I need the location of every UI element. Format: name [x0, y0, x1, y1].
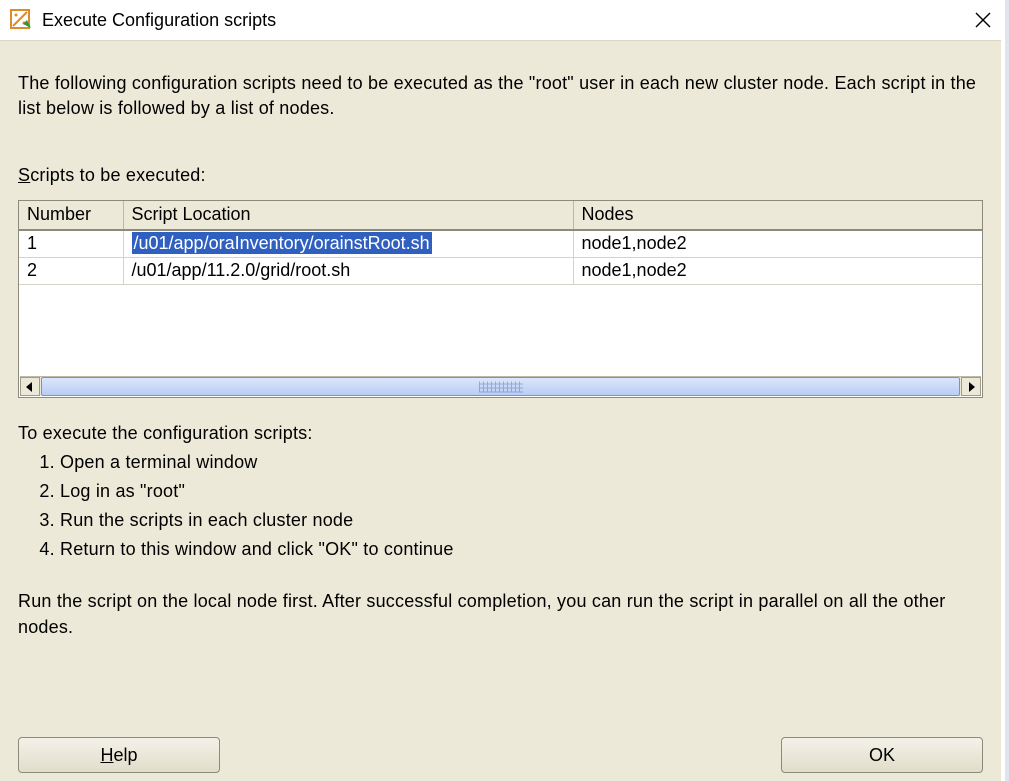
title-bar: Execute Configuration scripts — [0, 0, 1005, 40]
horizontal-scrollbar[interactable] — [20, 376, 981, 396]
scroll-thumb[interactable] — [41, 377, 960, 396]
dialog-content: The following configuration scripts need… — [0, 40, 1001, 781]
footer-note: Run the script on the local node first. … — [18, 589, 983, 639]
scripts-label: Scripts to be executed: — [18, 165, 983, 186]
step-item: Run the scripts in each cluster node — [60, 507, 983, 534]
scripts-table[interactable]: Number Script Location Nodes 1 /u01/app/… — [19, 201, 982, 285]
app-icon — [10, 9, 32, 31]
cell-nodes[interactable]: node1,node2 — [573, 230, 982, 258]
instructions-steps: Open a terminal window Log in as "root" … — [18, 449, 983, 563]
step-item: Log in as "root" — [60, 478, 983, 505]
header-location[interactable]: Script Location — [123, 201, 573, 230]
table-row[interactable]: 1 /u01/app/oraInventory/orainstRoot.sh n… — [19, 230, 982, 258]
scroll-track[interactable] — [40, 377, 961, 396]
scripts-table-container: Number Script Location Nodes 1 /u01/app/… — [18, 200, 983, 398]
cell-nodes[interactable]: node1,node2 — [573, 258, 982, 285]
instructions-lead: To execute the configuration scripts: — [18, 420, 983, 447]
table-row[interactable]: 2 /u01/app/11.2.0/grid/root.sh node1,nod… — [19, 258, 982, 285]
cell-location[interactable]: /u01/app/11.2.0/grid/root.sh — [123, 258, 573, 285]
instructions: To execute the configuration scripts: Op… — [18, 420, 983, 563]
close-icon[interactable] — [951, 12, 991, 28]
step-item: Return to this window and click "OK" to … — [60, 536, 983, 563]
cell-number[interactable]: 1 — [19, 230, 123, 258]
header-nodes[interactable]: Nodes — [573, 201, 982, 230]
scroll-left-button[interactable] — [20, 377, 40, 396]
intro-text: The following configuration scripts need… — [18, 71, 983, 121]
button-row: Help OK — [18, 737, 983, 773]
dialog-window: Execute Configuration scripts The follow… — [0, 0, 1009, 781]
cell-location[interactable]: /u01/app/oraInventory/orainstRoot.sh — [123, 230, 573, 258]
ok-button[interactable]: OK — [781, 737, 983, 773]
cell-number[interactable]: 2 — [19, 258, 123, 285]
header-number[interactable]: Number — [19, 201, 123, 230]
table-header-row: Number Script Location Nodes — [19, 201, 982, 230]
step-item: Open a terminal window — [60, 449, 983, 476]
window-title: Execute Configuration scripts — [42, 10, 951, 31]
scroll-right-button[interactable] — [961, 377, 981, 396]
help-button[interactable]: Help — [18, 737, 220, 773]
